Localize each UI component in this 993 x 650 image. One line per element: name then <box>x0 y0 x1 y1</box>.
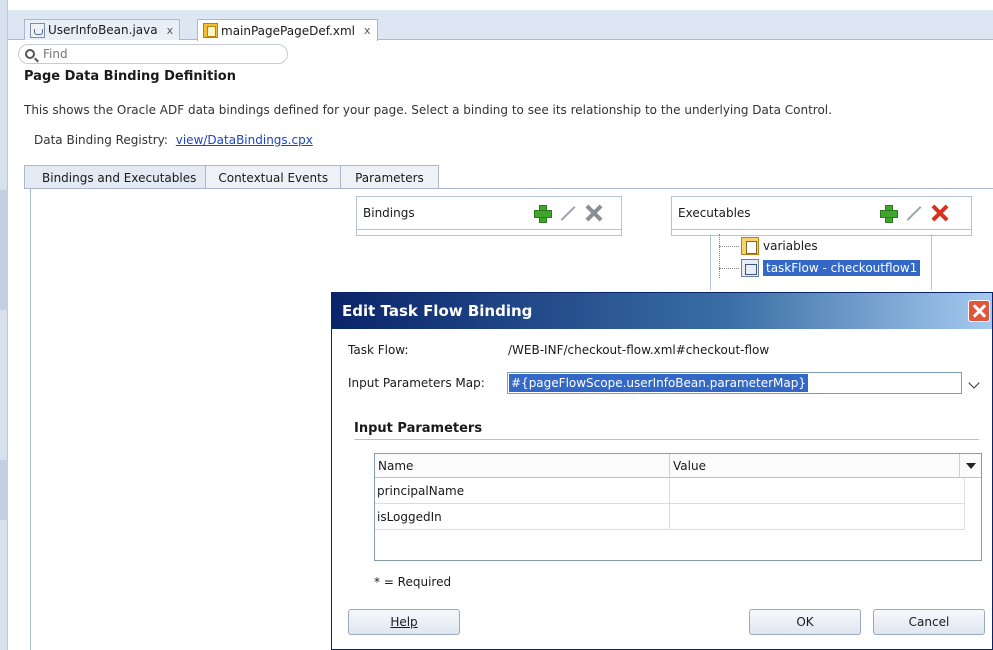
edit-task-flow-binding-dialog: Edit Task Flow Binding Task Flow: /WEB-I… <box>331 292 993 650</box>
variables-icon <box>741 237 759 255</box>
delete-icon[interactable] <box>585 204 603 222</box>
task-flow-icon <box>741 259 759 277</box>
table-menu-dropdown-icon[interactable] <box>966 463 976 469</box>
executables-panel: Executables <box>671 196 972 236</box>
editor-tab-label: mainPagePageDef.xml <box>221 23 355 38</box>
input-parameters-map-combo[interactable]: #{pageFlowScope.userInfoBean.parameterMa… <box>507 372 962 394</box>
tab-bindings-and-executables[interactable]: Bindings and Executables <box>24 165 207 189</box>
executables-toolbar <box>879 204 949 223</box>
add-icon[interactable] <box>879 204 898 223</box>
executables-panel-title: Executables <box>678 206 751 220</box>
bindings-toolbar <box>533 204 603 223</box>
add-icon[interactable] <box>533 204 552 223</box>
bindings-panel-title: Bindings <box>363 206 415 220</box>
chevron-down-icon[interactable] <box>968 377 980 389</box>
editor-tab-userinfobean[interactable]: UserInfoBean.java x <box>24 19 181 40</box>
input-parameters-table: Name Value principalName isLoggedIn <box>374 453 982 561</box>
delete-icon[interactable] <box>931 204 949 222</box>
editor-tab-bar: UserInfoBean.java x mainPagePageDef.xml … <box>8 10 993 41</box>
registry-link[interactable]: view/DataBindings.cpx <box>176 133 313 147</box>
parameter-name-cell: principalName <box>375 478 670 504</box>
ok-button[interactable]: OK <box>749 609 861 635</box>
xml-file-icon <box>203 23 218 38</box>
edit-icon[interactable] <box>559 204 577 222</box>
search-icon <box>25 49 35 59</box>
page-title: Page Data Binding Definition <box>24 69 236 84</box>
tab-parameters[interactable]: Parameters <box>340 165 439 189</box>
input-parameters-heading: Input Parameters <box>354 421 483 436</box>
dialog-title: Edit Task Flow Binding <box>342 302 533 320</box>
gutter-segment <box>0 190 8 310</box>
help-button-label: Help <box>390 615 418 629</box>
table-header: Name Value <box>375 454 981 478</box>
dialog-body: Task Flow: /WEB-INF/checkout-flow.xml#ch… <box>332 329 992 649</box>
close-icon[interactable] <box>968 300 990 322</box>
close-tab-icon[interactable]: x <box>364 24 371 37</box>
tree-item-label: taskFlow - checkoutflow1 <box>763 260 921 276</box>
bindings-panel: Bindings <box>356 196 622 236</box>
tree-connector <box>719 234 720 278</box>
required-note: * = Required <box>374 575 452 589</box>
table-row[interactable]: principalName <box>375 478 965 504</box>
column-header-value[interactable]: Value <box>670 454 960 478</box>
page-description: This shows the Oracle ADF data bindings … <box>24 103 832 117</box>
tree-connector <box>719 268 739 269</box>
tab-contextual-events[interactable]: Contextual Events <box>205 165 342 189</box>
tree-item-taskflow[interactable]: taskFlow - checkoutflow1 <box>719 258 921 278</box>
tab-underline <box>24 188 993 189</box>
column-header-name[interactable]: Name <box>375 454 670 478</box>
find-placeholder: Find <box>43 47 68 61</box>
data-binding-registry: Data Binding Registry: view/DataBindings… <box>34 133 313 147</box>
editor-tab-mainpagepagedef[interactable]: mainPagePageDef.xml x <box>197 19 378 41</box>
parameter-value-cell[interactable] <box>670 504 965 530</box>
tree-item-variables[interactable]: variables <box>719 236 818 256</box>
executables-panel-header: Executables <box>672 197 971 230</box>
task-flow-value: /WEB-INF/checkout-flow.xml#checkout-flow <box>508 343 770 357</box>
registry-label: Data Binding Registry: <box>34 133 168 147</box>
tree-connector <box>719 246 739 247</box>
content-border <box>30 189 31 650</box>
section-divider <box>354 439 979 440</box>
gutter-segment <box>0 460 8 520</box>
main-tab-strip: Bindings and Executables Contextual Even… <box>24 165 439 189</box>
executables-tree: variables taskFlow - checkoutflow1 <box>710 234 932 290</box>
parameter-name-cell: isLoggedIn <box>375 504 670 530</box>
help-button[interactable]: Help <box>348 609 460 635</box>
task-flow-label: Task Flow: <box>348 343 409 357</box>
close-tab-icon[interactable]: x <box>167 24 174 37</box>
table-row[interactable]: isLoggedIn <box>375 504 965 530</box>
parameter-value-cell[interactable] <box>670 478 965 504</box>
tree-item-label: variables <box>763 239 818 253</box>
bindings-panel-header: Bindings <box>357 197 621 230</box>
edit-icon[interactable] <box>905 204 923 222</box>
editor-tab-label: UserInfoBean.java <box>48 23 158 37</box>
find-input[interactable]: Find <box>18 44 288 64</box>
input-parameters-map-label: Input Parameters Map: <box>348 376 485 390</box>
cancel-button[interactable]: Cancel <box>873 609 985 635</box>
java-file-icon <box>30 22 45 38</box>
dialog-title-bar: Edit Task Flow Binding <box>332 293 992 329</box>
left-gutter <box>0 0 8 650</box>
input-parameters-map-value: #{pageFlowScope.userInfoBean.parameterMa… <box>509 374 809 392</box>
